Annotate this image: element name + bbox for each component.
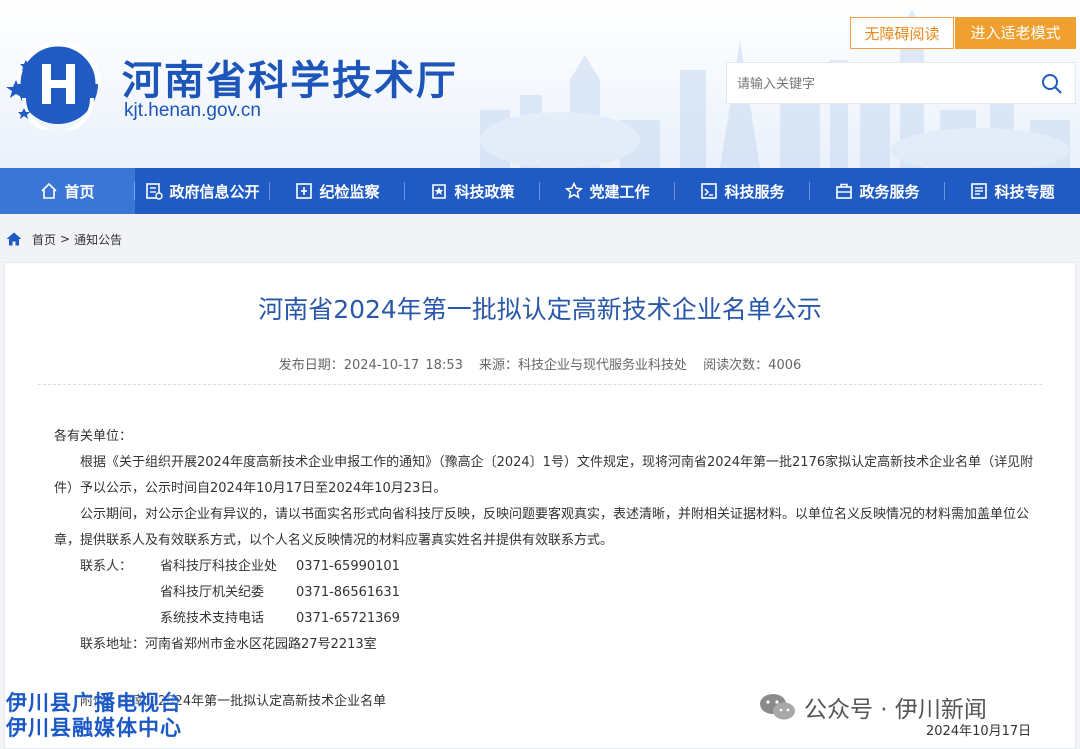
greeting: 各有关单位： <box>54 429 133 444</box>
nav-item-gov-service[interactable]: 政务服务 <box>810 168 945 214</box>
wechat-watermark: 公众号 · 伊川新闻 <box>758 690 987 724</box>
accessibility-reading-button[interactable]: 无障碍阅读 <box>850 17 954 49</box>
topic-icon <box>971 183 988 199</box>
search-icon[interactable] <box>1041 73 1063 95</box>
meta-divider <box>38 384 1042 385</box>
star-icon <box>565 182 584 199</box>
nav-item-party[interactable]: 党建工作 <box>540 168 675 214</box>
paragraph-1: 根据《关于组织开展2024年度高新技术企业申报工作的通知》（豫高企〔2024〕1… <box>54 455 1034 496</box>
nav-label: 政务服务 <box>859 182 920 201</box>
paragraph-2: 公示期间，对公示企业有异议的，请以书面实名形式向省科技厅反映，反映问题要客观真实… <box>54 507 1030 548</box>
briefcase-icon <box>836 183 853 199</box>
home-icon[interactable] <box>6 232 22 246</box>
article-meta: 发布日期：2024-10-17 18:53 来源：科技企业与现代服务业科技处 阅… <box>0 354 1080 373</box>
nav-item-topics[interactable]: 科技专题 <box>945 168 1080 214</box>
contact-row: 省科技厅机关纪委 0371-86561631 <box>54 580 1034 606</box>
nav-label: 党建工作 <box>589 182 650 201</box>
nav-label: 科技专题 <box>994 182 1055 201</box>
site-title: 河南省科学技术厅 <box>122 58 458 104</box>
publish-date: 发布日期：2024-10-17 18:53 <box>278 358 463 373</box>
nav-label: 首页 <box>64 182 95 201</box>
contact-label: 联系人： <box>80 559 133 574</box>
nav-label: 科技政策 <box>454 182 515 201</box>
nav-item-policy[interactable]: 科技政策 <box>405 168 540 214</box>
breadcrumb: 首页 > 通知公告 <box>6 230 122 248</box>
contact-phone: 0371-86561631 <box>296 585 400 600</box>
nav-item-inspection[interactable]: 纪检监察 <box>270 168 405 214</box>
nav-item-gov-info[interactable]: 政府信息公开 <box>135 168 270 214</box>
watermark-line-1: 伊川县广播电视台 <box>6 690 182 715</box>
nav-label: 政府信息公开 <box>169 182 260 201</box>
nav-label: 纪检监察 <box>319 182 380 201</box>
home-icon <box>41 182 58 199</box>
contact-row: 联系人： 省科技厅科技企业处 0371-65990101 <box>54 554 1034 580</box>
policy-icon <box>432 184 447 199</box>
contact-address: 联系地址：河南省郑州市金水区花园路27号2213室 <box>80 637 377 652</box>
search-input[interactable] <box>735 71 1039 97</box>
breadcrumb-home-link[interactable]: 首页 <box>32 231 56 248</box>
wechat-account-name: 公众号 · 伊川新闻 <box>804 697 987 723</box>
breadcrumb-current[interactable]: 通知公告 <box>74 231 122 248</box>
nav-label: 科技服务 <box>724 182 785 201</box>
wechat-icon <box>760 694 795 720</box>
article-source: 来源：科技企业与现代服务业科技处 <box>479 358 688 373</box>
breadcrumb-separator: > <box>60 232 71 246</box>
service-icon <box>701 183 718 199</box>
contact-row: 系统技术支持电话 0371-65721369 <box>54 606 1034 632</box>
article-title: 河南省2024年第一批拟认定高新技术企业名单公示 <box>258 295 822 324</box>
overlay-date: 2024年10月17日 <box>926 724 1032 739</box>
henan-logo-icon <box>6 41 101 130</box>
contact-phone: 0371-65721369 <box>296 611 400 626</box>
watermark-line-2: 伊川县融媒体中心 <box>6 715 182 740</box>
contact-name: 省科技厅机关纪委 <box>160 585 265 600</box>
view-count: 阅读次数：4006 <box>703 358 802 373</box>
contact-phone: 0371-65990101 <box>296 559 400 574</box>
info-icon <box>146 183 164 200</box>
site-domain: kjt.henan.gov.cn <box>124 100 261 121</box>
search-box <box>726 62 1076 104</box>
article-body: 各有关单位： 根据《关于组织开展2024年度高新技术企业申报工作的通知》（豫高企… <box>54 424 1034 658</box>
main-nav: 首页 政府信息公开 纪检监察 科技政策 党建工作 科技服务 政务服务 科技专题 <box>0 168 1080 214</box>
elder-mode-button[interactable]: 进入适老模式 <box>955 17 1076 49</box>
site-header: 河南省科学技术厅 kjt.henan.gov.cn 无障碍阅读 进入适老模式 <box>0 0 1080 168</box>
broadcast-watermark: 伊川县广播电视台 伊川县融媒体中心 <box>6 690 182 740</box>
inspect-icon <box>296 183 313 199</box>
nav-item-tech-service[interactable]: 科技服务 <box>675 168 810 214</box>
nav-item-home[interactable]: 首页 <box>0 168 135 214</box>
contact-name: 省科技厅科技企业处 <box>160 559 278 574</box>
contact-name: 系统技术支持电话 <box>160 611 265 626</box>
